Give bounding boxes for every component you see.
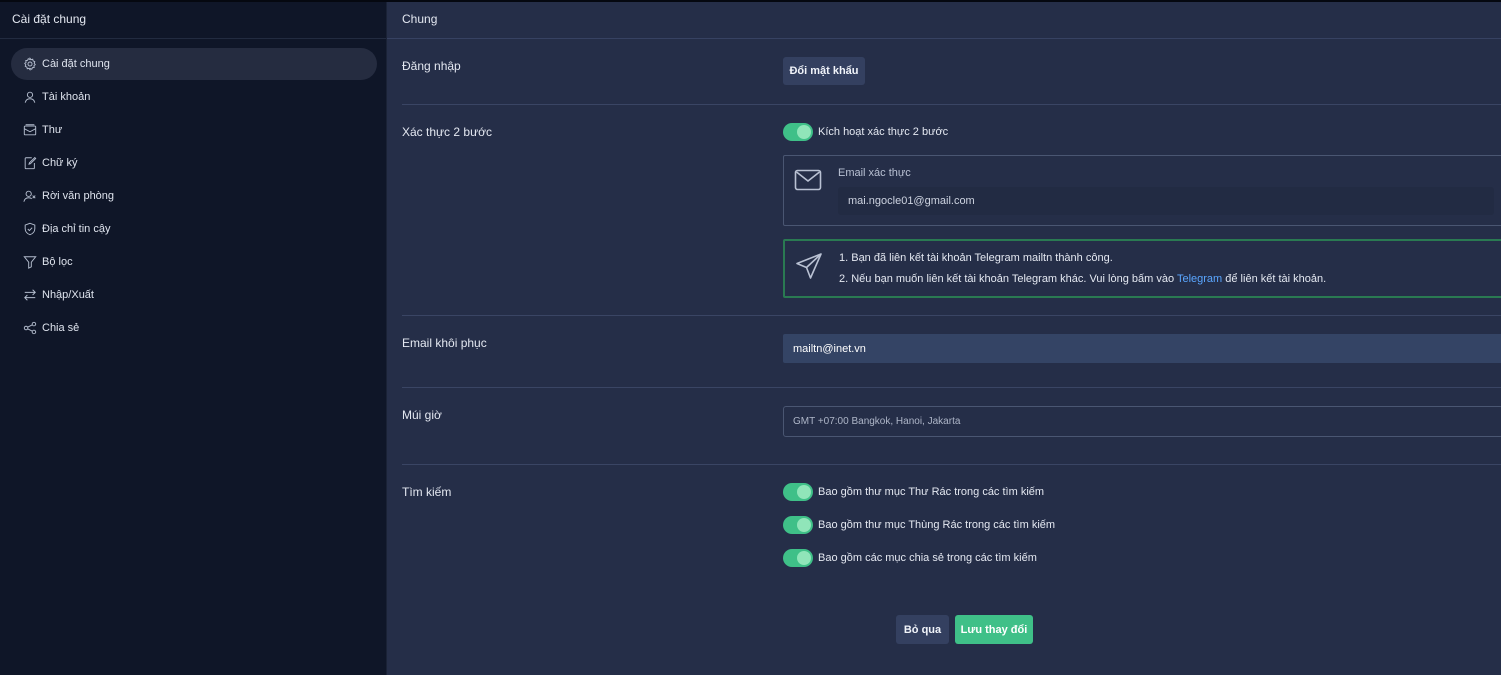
- sidebar-item-out-of-office[interactable]: Rời văn phòng: [11, 180, 377, 212]
- login-label: Đăng nhập: [402, 59, 461, 73]
- two-factor-toggle[interactable]: [783, 123, 813, 141]
- recovery-email-label: Email khôi phục: [402, 336, 487, 350]
- import-export-icon: [23, 288, 37, 302]
- sidebar-item-label: Tài khoản: [42, 91, 91, 103]
- divider: [402, 104, 1501, 105]
- telegram-instruction-suffix: để liên kết tài khoản.: [1225, 273, 1327, 285]
- sidebar-item-share[interactable]: Chia sẻ: [11, 312, 377, 344]
- sidebar-item-label: Rời văn phòng: [42, 190, 115, 202]
- divider: [402, 464, 1501, 465]
- sidebar-item-label: Địa chỉ tin cậy: [42, 223, 111, 235]
- sidebar-item-filter[interactable]: Bộ lọc: [11, 246, 377, 278]
- two-factor-toggle-label: Kích hoạt xác thực 2 bước: [818, 126, 949, 138]
- two-factor-label: Xác thực 2 bước: [402, 125, 492, 139]
- sidebar-item-label: Chia sẻ: [42, 322, 80, 334]
- toggle-knob: [797, 518, 811, 532]
- two-factor-toggle-row: Kích hoạt xác thực 2 bước: [783, 123, 948, 141]
- sidebar-nav: Cài đặt chung Tài khoản Thư Chữ ký Rời v…: [0, 39, 386, 344]
- include-trash-label: Bao gồm thư mục Thùng Rác trong các tìm …: [818, 519, 1056, 531]
- include-spam-label: Bao gồm thư mục Thư Rác trong các tìm ki…: [818, 486, 1045, 498]
- verification-email-field[interactable]: mai.ngocle01@gmail.com: [838, 187, 1494, 215]
- page-title: Chung: [387, 0, 1501, 39]
- toggle-knob: [797, 485, 811, 499]
- timezone-select[interactable]: GMT +07:00 Bangkok, Hanoi, Jakarta: [783, 406, 1501, 437]
- search-option-row: Bao gồm thư mục Thư Rác trong các tìm ki…: [783, 483, 1044, 501]
- include-shared-toggle[interactable]: [783, 549, 813, 567]
- toggle-knob: [797, 125, 811, 139]
- search-option-row: Bao gồm thư mục Thùng Rác trong các tìm …: [783, 516, 1055, 534]
- recovery-email-field[interactable]: mailtn@inet.vn: [783, 334, 1501, 363]
- toggle-knob: [797, 551, 811, 565]
- window-top-border: [0, 0, 1501, 2]
- change-password-button[interactable]: Đổi mật khẩu: [783, 57, 865, 85]
- telegram-info-card: 1. Bạn đã liên kết tài khoản Telegram ma…: [783, 239, 1501, 298]
- sidebar-item-label: Thư: [42, 124, 63, 136]
- cancel-button[interactable]: Bỏ qua: [896, 615, 949, 644]
- envelope-icon: [794, 168, 822, 197]
- sidebar-item-signature[interactable]: Chữ ký: [11, 147, 377, 179]
- sidebar-item-label: Bộ lọc: [42, 256, 73, 268]
- gear-icon: [23, 57, 37, 71]
- user-icon: [23, 90, 37, 104]
- share-icon: [23, 321, 37, 335]
- verification-email-label: Email xác thực: [838, 167, 911, 179]
- telegram-status-line: 1. Bạn đã liên kết tài khoản Telegram ma…: [839, 252, 1113, 264]
- divider: [402, 315, 1501, 316]
- include-trash-toggle[interactable]: [783, 516, 813, 534]
- sidebar-title: Cài đặt chung: [0, 0, 386, 39]
- user-away-icon: [23, 189, 37, 203]
- search-label: Tìm kiếm: [402, 485, 452, 499]
- mail-icon: [23, 123, 37, 137]
- search-option-row: Bao gồm các mục chia sẻ trong các tìm ki…: [783, 549, 1037, 567]
- telegram-instruction-line: 2. Nếu bạn muốn liên kết tài khoản Teleg…: [839, 273, 1326, 285]
- sidebar-item-account[interactable]: Tài khoản: [11, 81, 377, 113]
- settings-app: Cài đặt chung Cài đặt chung Tài khoản Th…: [0, 0, 1501, 675]
- signature-icon: [23, 156, 37, 170]
- sidebar: Cài đặt chung Cài đặt chung Tài khoản Th…: [0, 0, 387, 675]
- send-icon: [795, 252, 823, 285]
- sidebar-item-label: Nhập/Xuất: [42, 289, 94, 301]
- verification-email-card: Email xác thực mai.ngocle01@gmail.com: [783, 155, 1501, 226]
- main-panel: Chung Đăng nhập Đổi mật khẩu Xác thực 2 …: [387, 0, 1501, 675]
- telegram-link[interactable]: Telegram: [1177, 273, 1222, 285]
- sidebar-item-import-export[interactable]: Nhập/Xuất: [11, 279, 377, 311]
- sidebar-item-label: Cài đặt chung: [42, 58, 110, 70]
- filter-icon: [23, 255, 37, 269]
- sidebar-item-general[interactable]: Cài đặt chung: [11, 48, 377, 80]
- save-changes-button[interactable]: Lưu thay đổi: [955, 615, 1033, 644]
- include-shared-label: Bao gồm các mục chia sẻ trong các tìm ki…: [818, 552, 1037, 564]
- shield-icon: [23, 222, 37, 236]
- include-spam-toggle[interactable]: [783, 483, 813, 501]
- sidebar-item-label: Chữ ký: [42, 157, 78, 169]
- sidebar-item-trusted-address[interactable]: Địa chỉ tin cậy: [11, 213, 377, 245]
- timezone-label: Múi giờ: [402, 408, 442, 422]
- telegram-instruction-prefix: 2. Nếu bạn muốn liên kết tài khoản Teleg…: [839, 273, 1175, 285]
- sidebar-item-mail[interactable]: Thư: [11, 114, 377, 146]
- divider: [402, 387, 1501, 388]
